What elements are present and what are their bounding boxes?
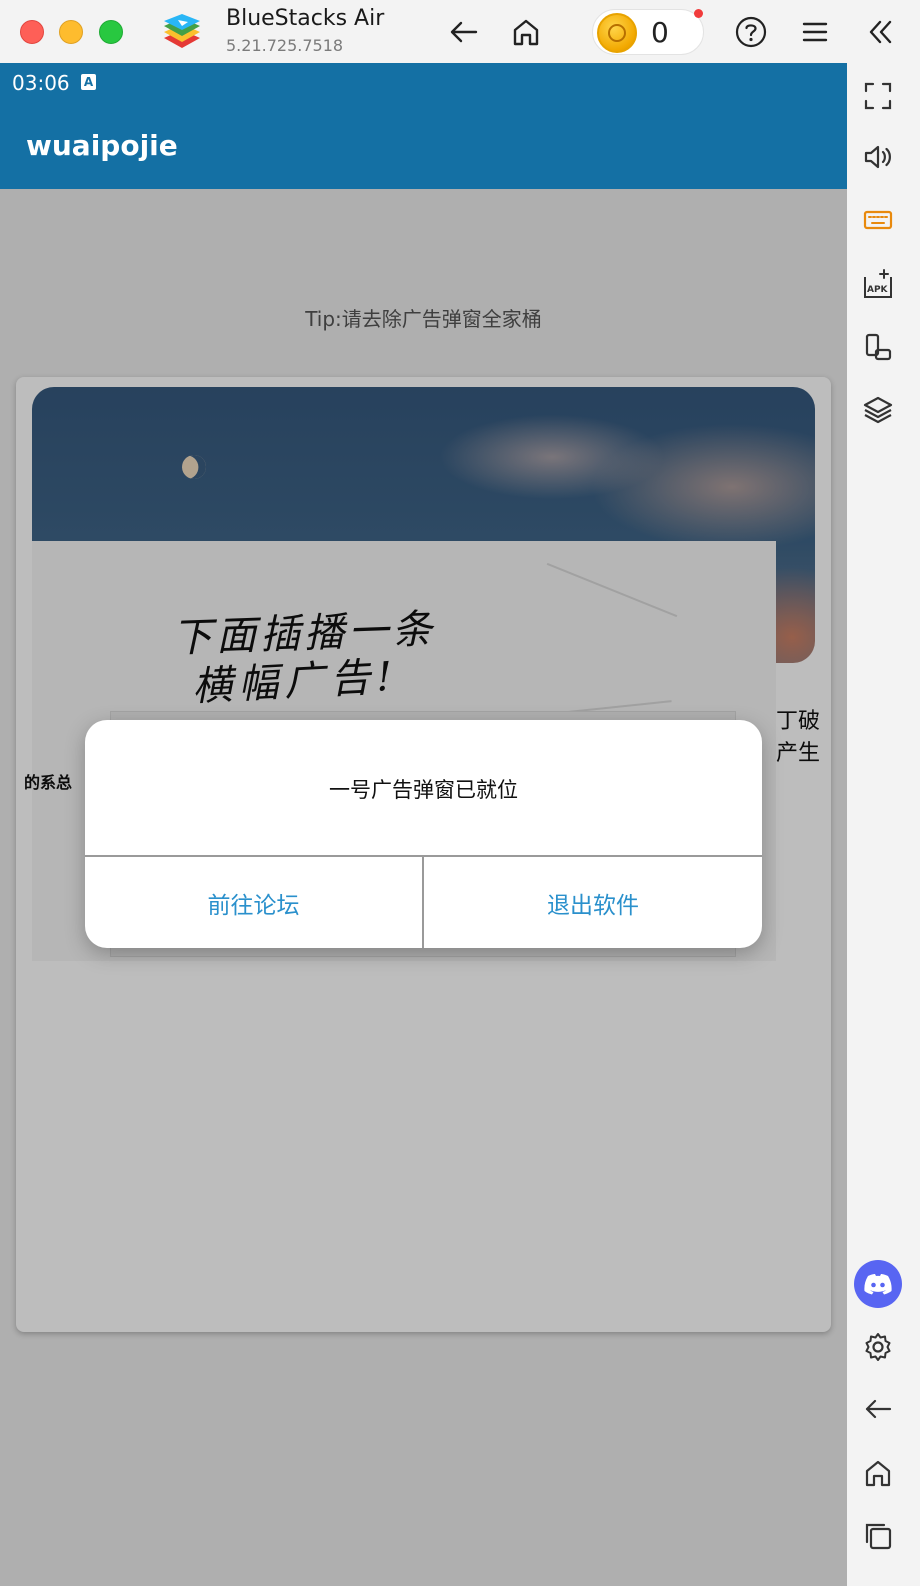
menu-icon[interactable] <box>795 12 835 52</box>
app-version: 5.21.725.7518 <box>226 36 344 55</box>
app-bar: wuaipojie <box>0 103 847 189</box>
go-to-forum-button[interactable]: 前往论坛 <box>85 857 422 948</box>
ad-popup-dialog: 一号广告弹窗已就位 前往论坛 退出软件 <box>85 720 762 948</box>
notification-dot <box>694 9 703 18</box>
coin-icon <box>597 13 637 53</box>
android-screen[interactable]: 03:06 A wuaipojie Tip:请去除广告弹窗全家桶 下面插播一条 … <box>0 63 847 1586</box>
app-title: wuaipojie <box>26 129 178 162</box>
maximize-window-button[interactable] <box>99 20 123 44</box>
volume-icon[interactable] <box>860 139 896 175</box>
app-name: BlueStacks Air <box>226 6 385 31</box>
keyboard-icon[interactable] <box>860 202 896 238</box>
window-titlebar: BlueStacks Air 5.21.725.7518 0 <box>0 0 920 63</box>
collapse-icon[interactable] <box>860 12 900 52</box>
help-icon[interactable] <box>731 12 771 52</box>
home-icon[interactable] <box>860 1455 896 1491</box>
back-arrow-icon[interactable] <box>444 12 484 52</box>
dialog-message: 一号广告弹窗已就位 <box>329 778 518 802</box>
bluestacks-logo-icon <box>164 14 200 48</box>
home-icon[interactable] <box>506 12 546 52</box>
back-icon[interactable] <box>860 1391 896 1427</box>
fullscreen-icon[interactable] <box>860 78 896 114</box>
discord-icon[interactable] <box>854 1260 902 1308</box>
minimize-window-button[interactable] <box>59 20 83 44</box>
coin-balance-pill[interactable]: 0 <box>592 9 704 55</box>
svg-text:APK: APK <box>867 285 889 295</box>
coin-count: 0 <box>651 16 669 49</box>
status-bar: 03:06 A <box>0 63 847 103</box>
notification-a-icon: A <box>81 74 96 90</box>
screen-rotate-icon[interactable] <box>860 329 896 365</box>
layers-icon[interactable] <box>860 392 896 428</box>
recent-apps-icon[interactable] <box>860 1518 896 1554</box>
apk-install-icon[interactable]: APK <box>860 266 896 302</box>
exit-app-button[interactable]: 退出软件 <box>424 857 762 948</box>
status-time: 03:06 <box>12 71 70 95</box>
right-sidebar: APK <box>847 63 920 1586</box>
close-window-button[interactable] <box>20 20 44 44</box>
settings-icon[interactable] <box>860 1329 896 1365</box>
